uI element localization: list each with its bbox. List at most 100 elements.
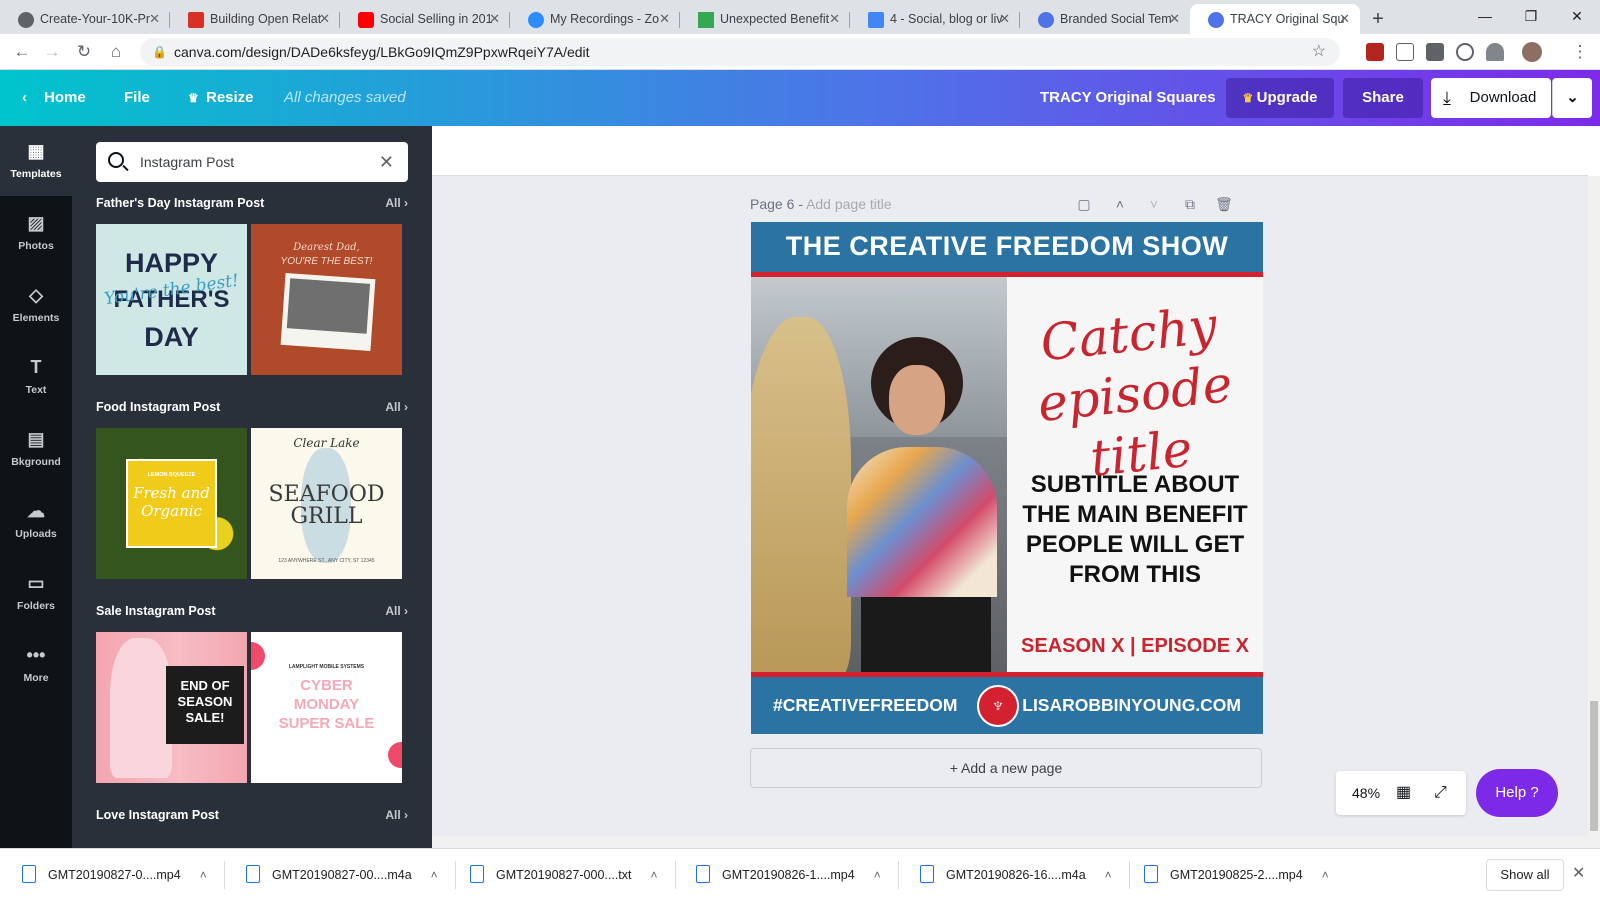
browser-menu-icon[interactable]: ⋮ bbox=[1568, 40, 1592, 64]
move-page-down-icon[interactable]: ˅ bbox=[1144, 194, 1164, 214]
browser-tab[interactable]: My Recordings - Zo ✕ bbox=[510, 4, 680, 34]
chevron-up-icon[interactable]: ˄ bbox=[200, 849, 207, 901]
home-button[interactable]: Home bbox=[44, 70, 86, 126]
nav-text[interactable]: T Text bbox=[0, 342, 72, 412]
download-button[interactable]: ⤓ Download bbox=[1431, 78, 1551, 118]
close-tab-icon[interactable]: ✕ bbox=[1169, 11, 1180, 27]
episode-title[interactable]: Catchy episode title bbox=[998, 291, 1263, 497]
nav-elements[interactable]: ◇ Elements bbox=[0, 270, 72, 340]
template-thumbnail[interactable]: END OF SEASON SALE! bbox=[96, 632, 247, 783]
page-notes-icon[interactable]: ▢ bbox=[1074, 194, 1094, 214]
page-title-input[interactable]: Add page title bbox=[806, 196, 892, 212]
close-shelf-icon[interactable]: ✕ bbox=[1572, 863, 1585, 883]
upgrade-button[interactable]: ♛ Upgrade bbox=[1226, 78, 1334, 118]
resize-button[interactable]: Resize bbox=[206, 70, 254, 126]
template-thumbnail[interactable]: LAMPLIGHT MOBILE SYSTEMS CYBER MONDAY SU… bbox=[251, 632, 402, 783]
close-tab-icon[interactable]: ✕ bbox=[319, 11, 330, 27]
template-thumbnail[interactable]: Clear Lake SEAFOOD GRILL 123 ANYWHERE ST… bbox=[251, 428, 402, 579]
help-button[interactable]: Help ? bbox=[1476, 769, 1558, 817]
host-photo[interactable] bbox=[751, 277, 1007, 672]
download-item[interactable]: GMT20190826-1....mp4 ˄ bbox=[676, 849, 899, 901]
browser-tab[interactable]: 4 - Social, blog or liv ✕ bbox=[850, 4, 1020, 34]
chevron-up-icon[interactable]: ˄ bbox=[1322, 849, 1329, 901]
browser-tab-active[interactable]: TRACY Original Squ ✕ bbox=[1190, 4, 1360, 34]
add-page-button[interactable]: + Add a new page bbox=[750, 748, 1262, 788]
template-search-input[interactable]: Instagram Post ✕ bbox=[96, 142, 408, 182]
phoenix-logo-icon[interactable]: ♆ bbox=[977, 685, 1019, 727]
see-all-link[interactable]: All › bbox=[385, 808, 408, 822]
minimize-icon[interactable]: — bbox=[1462, 0, 1508, 32]
see-all-link[interactable]: All › bbox=[385, 604, 408, 618]
episode-subtitle[interactable]: SUBTITLE ABOUT THE MAIN BENEFIT PEOPLE W… bbox=[1007, 470, 1263, 590]
website-text[interactable]: LISAROBBINYOUNG.COM bbox=[1022, 677, 1241, 734]
nav-more[interactable]: ••• More bbox=[0, 630, 72, 700]
hashtag-text[interactable]: #CREATIVEFREEDOM bbox=[773, 677, 957, 734]
scrollbar-thumb[interactable] bbox=[1590, 701, 1598, 831]
back-arrow-icon[interactable]: ← bbox=[10, 40, 34, 64]
chevron-up-icon[interactable]: ˄ bbox=[431, 849, 438, 901]
grid-view-icon[interactable]: ▦ bbox=[1396, 771, 1411, 815]
see-all-link[interactable]: All › bbox=[385, 400, 408, 414]
home-chevron-icon[interactable]: ‹ bbox=[22, 70, 27, 126]
season-episode[interactable]: SEASON X | EPISODE X bbox=[1007, 635, 1263, 658]
duplicate-page-icon[interactable]: ⧉ bbox=[1180, 194, 1200, 214]
profile-avatar[interactable] bbox=[1522, 42, 1542, 62]
download-item[interactable]: GMT20190826-16....m4a ˄ bbox=[900, 849, 1130, 901]
horizontal-scrollbar[interactable] bbox=[432, 836, 1588, 848]
zoom-level[interactable]: 48% bbox=[1352, 771, 1380, 815]
close-tab-icon[interactable]: ✕ bbox=[489, 11, 500, 27]
reload-icon[interactable]: ↻ bbox=[72, 40, 96, 64]
calendar-extension-icon[interactable] bbox=[1396, 43, 1414, 61]
close-tab-icon[interactable]: ✕ bbox=[149, 11, 160, 27]
restore-icon[interactable]: ❐ bbox=[1508, 0, 1554, 32]
forward-arrow-icon[interactable]: → bbox=[40, 40, 64, 64]
cloud-extension-icon[interactable] bbox=[1486, 43, 1504, 61]
chevron-up-icon[interactable]: ˄ bbox=[1105, 849, 1112, 901]
chevron-up-icon[interactable]: ˄ bbox=[650, 849, 657, 901]
see-all-link[interactable]: All › bbox=[385, 196, 408, 210]
nav-templates[interactable]: ▦ Templates bbox=[0, 126, 72, 196]
extension-icon[interactable] bbox=[1456, 43, 1474, 61]
download-item[interactable]: GMT20190825-2....mp4 ˄ bbox=[1124, 849, 1329, 901]
vertical-scrollbar[interactable] bbox=[1588, 176, 1600, 848]
download-item[interactable]: GMT20190827-0....mp4 ˄ bbox=[2, 849, 225, 901]
delete-page-icon[interactable]: 🗑 bbox=[1214, 194, 1234, 214]
tab-title: Create-Your-10K-Pr bbox=[40, 12, 151, 26]
download-item[interactable]: GMT20190827-00....m4a ˄ bbox=[226, 849, 456, 901]
nav-folders[interactable]: ▭ Folders bbox=[0, 558, 72, 628]
browser-tab[interactable]: Create-Your-10K-Pr ✕ bbox=[0, 4, 170, 34]
download-item[interactable]: GMT20190827-000....txt ˄ bbox=[450, 849, 676, 901]
close-tab-icon[interactable]: ✕ bbox=[999, 11, 1010, 27]
browser-tab[interactable]: Social Selling in 201 ✕ bbox=[340, 4, 510, 34]
browser-tab[interactable]: Unexpected Benefit ✕ bbox=[680, 4, 850, 34]
new-tab-button[interactable]: + bbox=[1360, 4, 1396, 34]
browser-tab[interactable]: Branded Social Tem ✕ bbox=[1020, 4, 1190, 34]
address-bar[interactable]: 🔒 canva.com/design/DADe6ksfeyg/LBkGo9IQm… bbox=[140, 38, 1340, 66]
fullscreen-icon[interactable]: ⤢ bbox=[1434, 771, 1447, 815]
pdf-extension-icon[interactable] bbox=[1366, 43, 1384, 61]
clear-search-icon[interactable]: ✕ bbox=[379, 142, 394, 182]
download-options-button[interactable]: ⌄ bbox=[1552, 78, 1592, 118]
share-button[interactable]: Share bbox=[1343, 78, 1423, 118]
home-icon[interactable]: ⌂ bbox=[104, 40, 128, 64]
nav-photos[interactable]: ▨ Photos bbox=[0, 198, 72, 268]
template-thumbnail[interactable]: Dearest Dad, YOU'RE THE BEST! bbox=[251, 224, 402, 375]
move-page-up-icon[interactable]: ˄ bbox=[1110, 194, 1130, 214]
design-page[interactable]: THE CREATIVE FREEDOM SHOW Catchy episode… bbox=[751, 222, 1263, 734]
nav-background[interactable]: ▤ Bkground bbox=[0, 414, 72, 484]
show-all-downloads-button[interactable]: Show all bbox=[1486, 859, 1564, 891]
template-thumbnail[interactable]: HAPPY FATHER'S DAY You're the best! bbox=[96, 224, 247, 375]
design-title[interactable]: TRACY Original Squares bbox=[1040, 70, 1216, 126]
bookmark-star-icon[interactable]: ☆ bbox=[1312, 38, 1326, 66]
template-thumbnail[interactable]: LEMON SQUEEZE Fresh and Organic bbox=[96, 428, 247, 579]
close-tab-icon[interactable]: ✕ bbox=[829, 11, 840, 27]
facebook-extension-icon[interactable] bbox=[1426, 43, 1444, 61]
chevron-up-icon[interactable]: ˄ bbox=[874, 849, 881, 901]
show-title[interactable]: THE CREATIVE FREEDOM SHOW bbox=[751, 222, 1263, 272]
file-menu[interactable]: File bbox=[124, 70, 150, 126]
close-tab-icon[interactable]: ✕ bbox=[659, 11, 670, 27]
close-window-icon[interactable]: ✕ bbox=[1554, 0, 1600, 32]
browser-tab[interactable]: Building Open Relat ✕ bbox=[170, 4, 340, 34]
close-tab-icon[interactable]: ✕ bbox=[1339, 11, 1350, 27]
nav-uploads[interactable]: ☁ Uploads bbox=[0, 486, 72, 556]
